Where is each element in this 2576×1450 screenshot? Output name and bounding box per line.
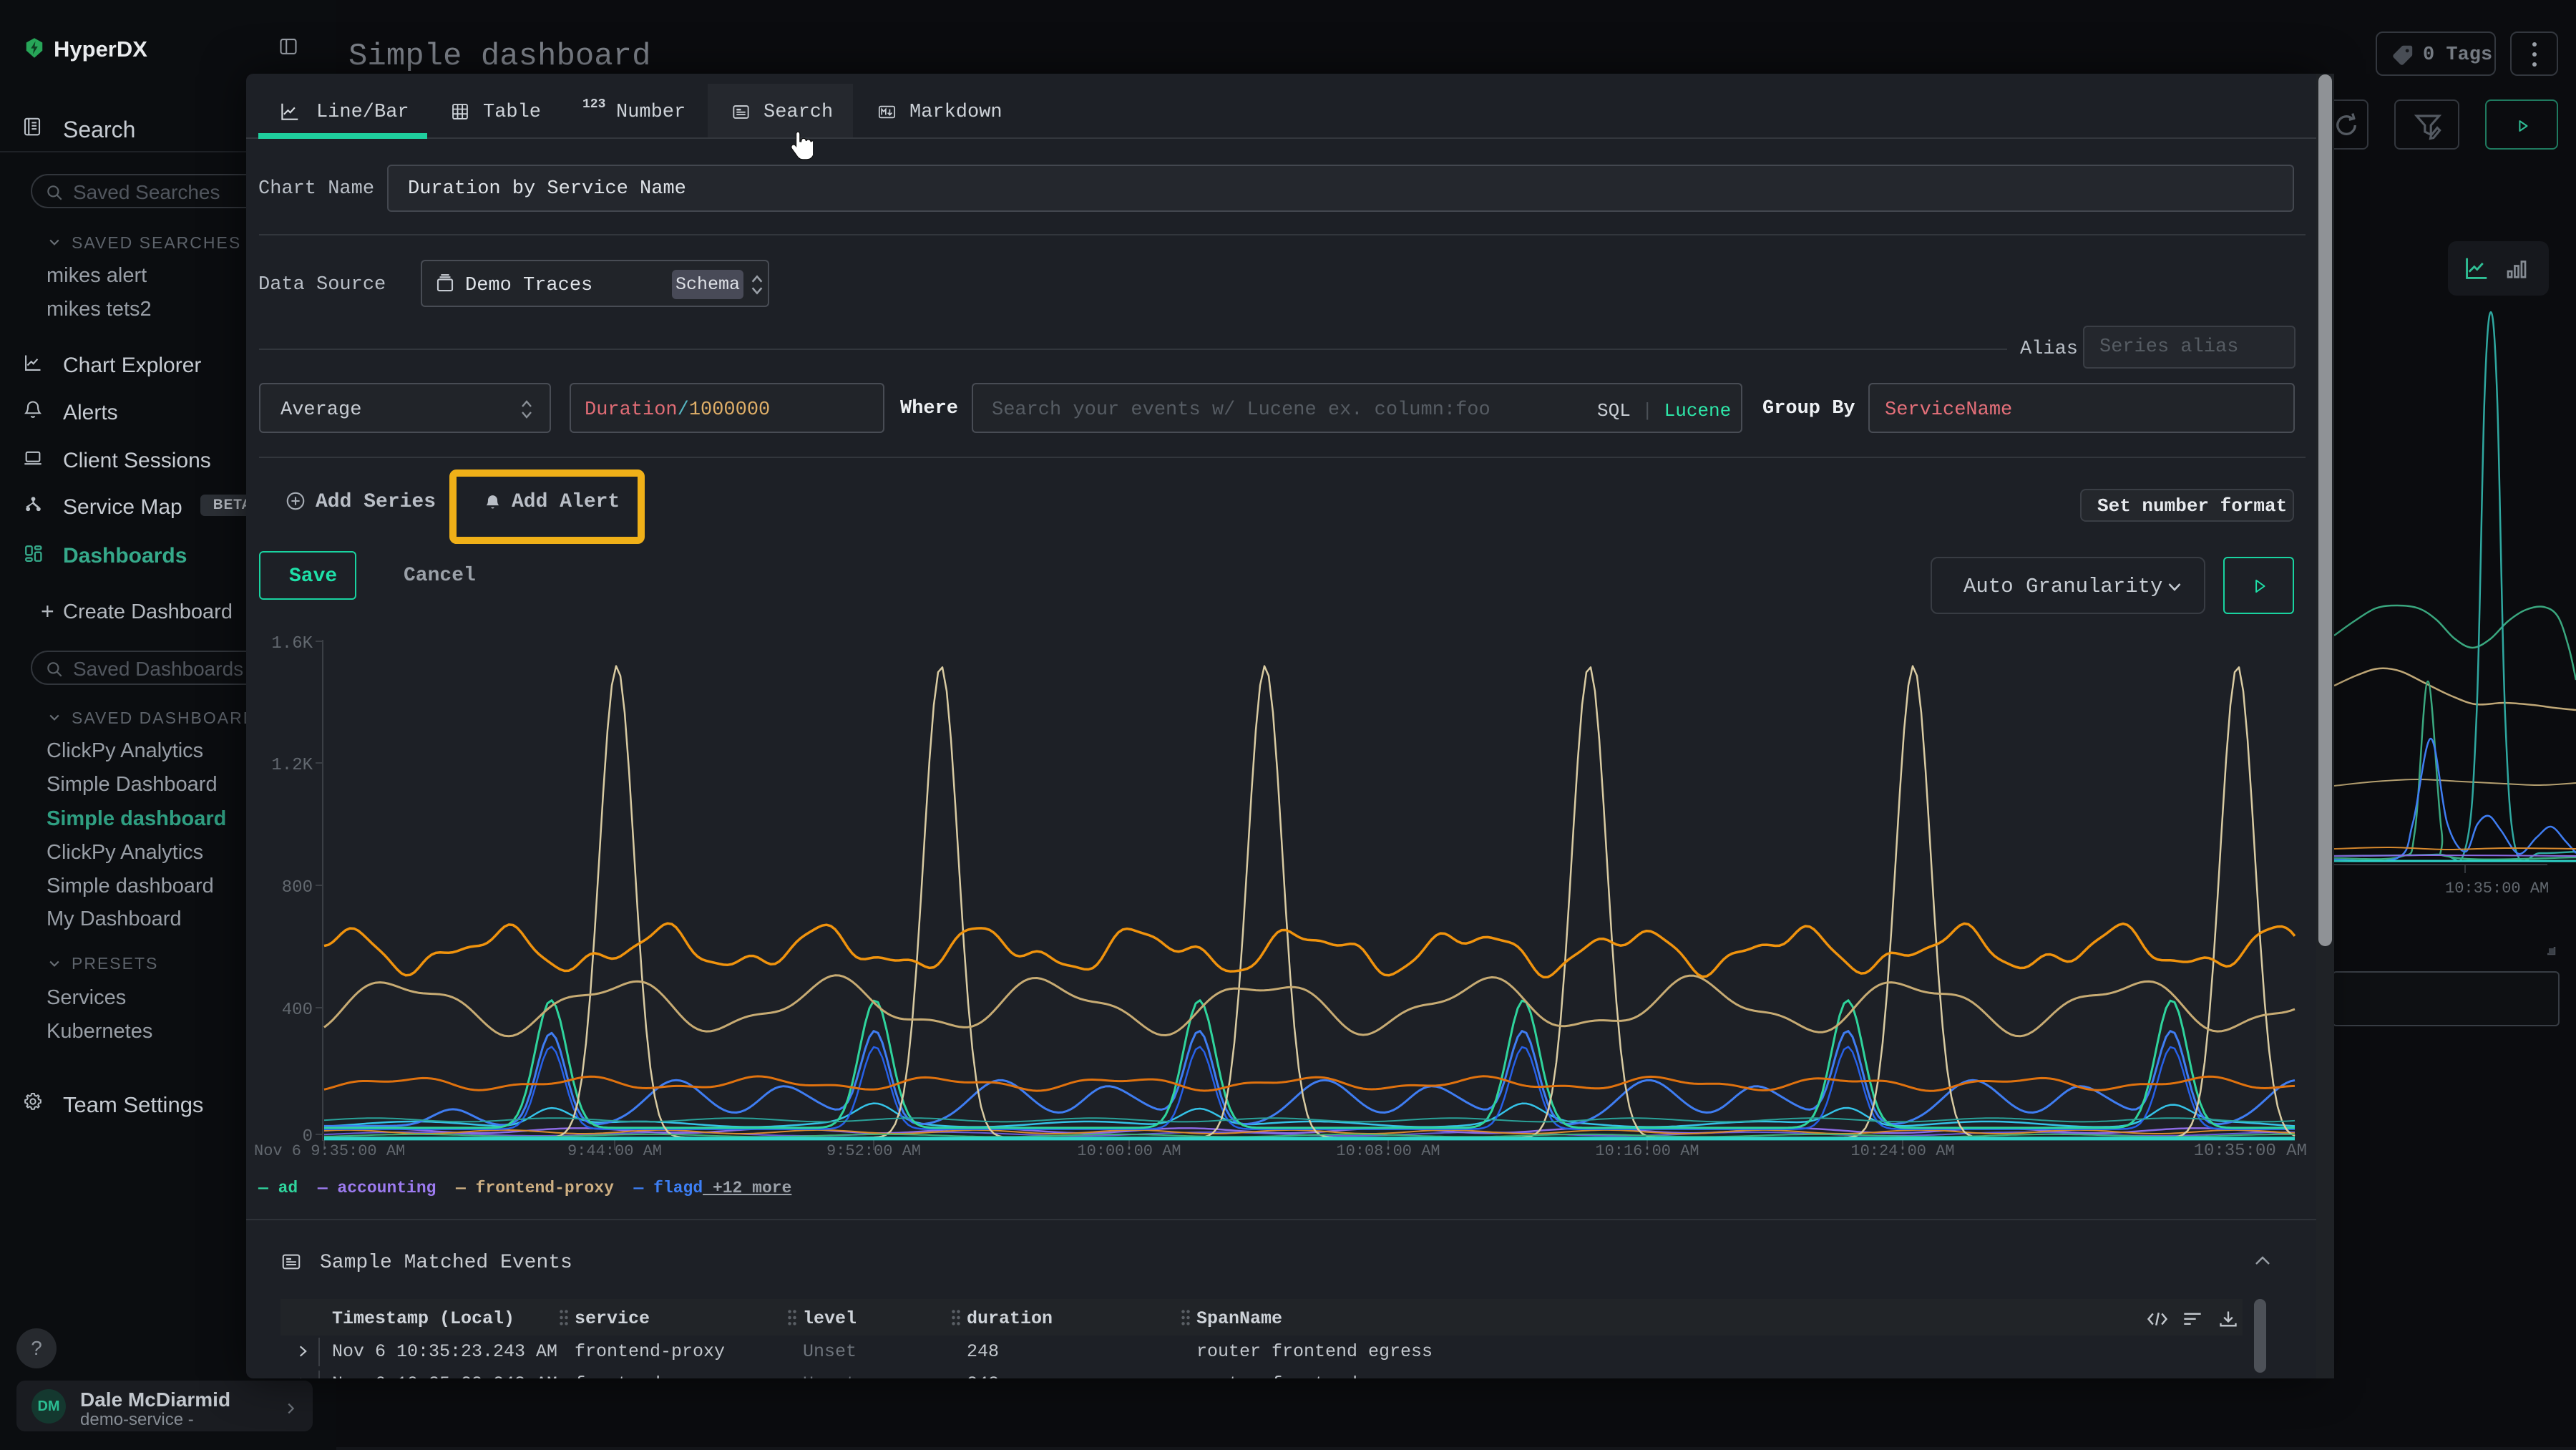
svg-text:10:24:00 AM: 10:24:00 AM (1850, 1142, 1954, 1160)
svg-text:Nov 6 9:35:00 AM: Nov 6 9:35:00 AM (254, 1142, 405, 1160)
svg-text:400: 400 (282, 1001, 313, 1020)
svg-text:1.6K: 1.6K (271, 634, 313, 653)
svg-text:9:44:00 AM: 9:44:00 AM (567, 1142, 662, 1160)
svg-text:1.2K: 1.2K (271, 756, 313, 775)
svg-text:9:52:00 AM: 9:52:00 AM (826, 1142, 921, 1160)
svg-text:10:08:00 AM: 10:08:00 AM (1336, 1142, 1440, 1160)
svg-text:10:16:00 AM: 10:16:00 AM (1595, 1142, 1699, 1160)
svg-text:10:35:00 AM: 10:35:00 AM (2194, 1142, 2307, 1161)
svg-text:10:00:00 AM: 10:00:00 AM (1077, 1142, 1181, 1160)
svg-text:800: 800 (282, 878, 313, 897)
